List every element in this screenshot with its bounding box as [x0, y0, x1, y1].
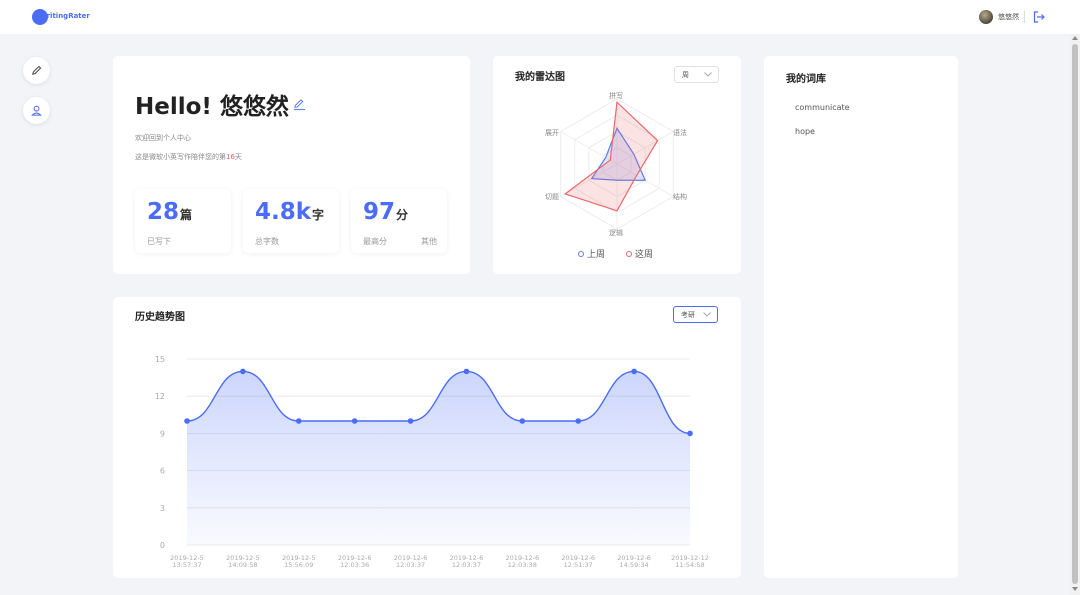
vocab-word[interactable]: hope	[795, 127, 815, 136]
y-tick-label: 9	[160, 429, 165, 438]
data-point	[407, 418, 414, 424]
radar-axis-label: 逻辑	[609, 229, 623, 237]
data-point	[631, 368, 637, 375]
x-tick-label: 14:59:34	[620, 561, 649, 569]
data-point	[240, 368, 246, 375]
welcome-text: 欢迎回到个人中心	[135, 134, 191, 142]
page-scrollbar[interactable]	[1070, 34, 1080, 595]
trend-card: 历史趋势图 考研 0 3 6 9 12 15 2019-12-5 13:57:37 2019-1…	[113, 297, 741, 578]
radar-axis-label: 语法	[673, 129, 687, 137]
write-button[interactable]	[23, 57, 50, 84]
days-text: 这是微软小英写作陪伴您的第16天	[135, 153, 242, 161]
stat-highscore: 97分 最高分 其他	[351, 189, 447, 253]
vocab-title: 我的词库	[786, 74, 826, 85]
radar-card: 我的雷达图 周 拼写 语法 结构 逻辑 切题 展开	[493, 56, 741, 274]
x-tick-label: 12:03:36	[340, 561, 369, 569]
radar-axis-label: 拼写	[609, 92, 623, 100]
logout-icon[interactable]	[1032, 10, 1046, 24]
logo-text: WritingRater	[39, 12, 90, 20]
username[interactable]: 悠悠然	[998, 12, 1019, 22]
data-point	[463, 368, 470, 375]
data-point	[687, 430, 693, 437]
vocab-card: 我的词库 communicate hope	[764, 56, 958, 578]
trend-chart: 036912152019-12-513:57:372019-12-514:09:…	[155, 355, 709, 569]
stat-essays: 28篇 已写下	[135, 189, 231, 253]
radar-axis-label: 展开	[545, 129, 559, 137]
radar-chart	[560, 98, 674, 230]
stat-value: 97分	[363, 199, 409, 225]
radar-axis-label: 切题	[545, 193, 559, 201]
y-tick-label: 0	[160, 541, 165, 550]
x-tick-label: 12:03:38	[508, 561, 537, 569]
legend-this-week[interactable]: 这周	[626, 247, 653, 260]
data-point	[184, 418, 190, 424]
stat-value: 4.8k字	[255, 199, 325, 225]
app-logo[interactable]: WritingRater	[32, 9, 90, 25]
y-tick-label: 12	[155, 392, 165, 401]
edit-icon[interactable]	[293, 98, 306, 111]
x-tick-label: 12:03:37	[396, 561, 425, 569]
profile-button[interactable]	[23, 97, 50, 124]
x-tick-label: 12:03:37	[452, 561, 481, 569]
stat-extra-link[interactable]: 其他	[421, 236, 437, 247]
legend-marker	[578, 251, 584, 257]
divider	[1024, 11, 1025, 23]
stat-label: 已写下	[147, 237, 171, 246]
profile-card: Hello! 悠悠然 欢迎回到个人中心 这是微软小英写作陪伴您的第16天 28篇…	[113, 56, 470, 274]
avatar[interactable]	[979, 10, 993, 24]
scroll-up-arrow[interactable]	[1072, 36, 1078, 40]
legend-last-week[interactable]: 上周	[578, 247, 605, 260]
data-point	[575, 418, 582, 424]
vocab-word[interactable]: communicate	[795, 103, 850, 112]
y-tick-label: 3	[160, 504, 165, 513]
data-point	[519, 418, 526, 424]
greeting: Hello! 悠悠然	[135, 94, 289, 120]
stat-label: 最高分	[363, 237, 387, 246]
x-tick-label: 13:57:37	[172, 561, 201, 569]
pen-icon	[32, 65, 42, 75]
y-tick-label: 15	[155, 355, 165, 364]
stat-value: 28篇	[147, 199, 193, 225]
stat-words: 4.8k字 总字数	[243, 189, 339, 253]
scroll-down-arrow[interactable]	[1072, 587, 1078, 591]
legend-marker	[626, 251, 632, 257]
radar-axis-label: 结构	[673, 193, 687, 201]
stat-label: 总字数	[255, 237, 279, 246]
y-tick-label: 6	[160, 467, 165, 476]
days-count: 16	[226, 153, 235, 161]
data-point	[351, 418, 358, 424]
x-tick-label: 14:09:58	[228, 561, 257, 569]
x-tick-label: 12:51:37	[564, 561, 593, 569]
top-bar: WritingRater 悠悠然	[0, 0, 1080, 34]
x-tick-label: 11:54:58	[675, 561, 704, 569]
x-tick-label: 15:56:09	[284, 561, 313, 569]
user-icon	[31, 105, 42, 116]
data-point	[295, 418, 302, 424]
scroll-thumb[interactable]	[1072, 44, 1078, 584]
